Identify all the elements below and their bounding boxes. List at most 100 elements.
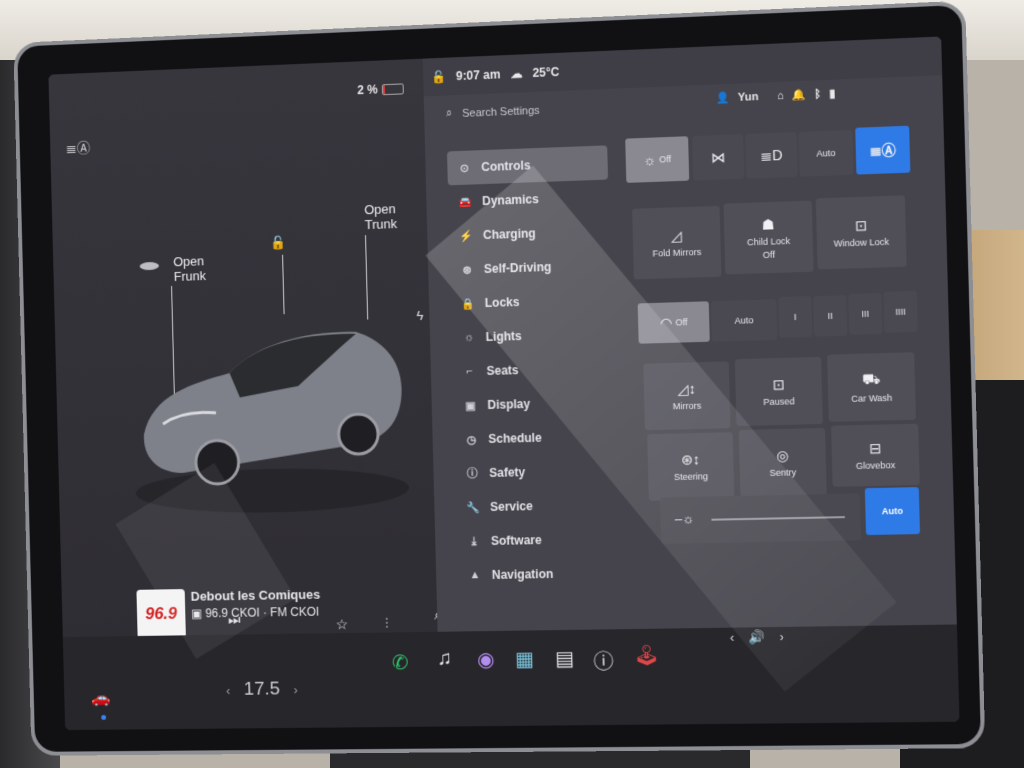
favorite-star-icon[interactable]: ☆ [336,616,349,633]
nav-item-controls[interactable]: ⊙ Controls [446,145,609,186]
phone-icon[interactable]: ✆ [392,650,409,675]
search-input[interactable]: Search Settings [462,104,540,119]
nav-item-schedule[interactable]: ◷ Schedule [454,419,615,457]
nav-item-charging[interactable]: ⚡ Charging [449,214,610,253]
toybox-joystick-icon[interactable]: 🕹 [633,643,659,669]
fold-mirrors-button[interactable]: ◿ Fold Mirrors [632,205,722,280]
climate-temperature: ‹ 17.5 › [226,678,298,701]
lights-off-label: Off [659,154,672,165]
open-trunk-button[interactable]: Open Trunk [364,201,397,232]
volume-control: ‹ 🔊 › [730,629,785,646]
outside-temperature: 25°C [532,64,560,81]
nav-item-self-driving[interactable]: ⊛ Self-Driving [450,248,611,287]
nav-item-dynamics[interactable]: 🚘 Dynamics [448,180,609,220]
car-wash-button[interactable]: ⛟ Car Wash [827,352,916,422]
wipers-off-button[interactable]: ◠ Off [637,301,710,344]
wipers-auto-button[interactable]: Auto [710,299,778,342]
next-track-icon[interactable]: ⏭ [228,612,241,629]
mirrors-button[interactable]: ◿↕ Mirrors [643,361,731,431]
search-bar[interactable]: ⌕ Search Settings [446,104,540,121]
brightness-auto-button[interactable]: Auto [864,487,921,536]
battery-percent: 2 % [357,82,378,98]
media-title: Debout les Comiques [190,586,321,604]
settings-nav: ⊙ Controls 🚘 Dynamics ⚡ Charging ⊛ Self-Driving… [446,145,619,593]
toggle-icon: ⊙ [459,162,470,175]
nav-item-seats[interactable]: ⌐ Seats [452,350,613,388]
car-icon: 🚘 [458,195,473,209]
unlock-icon[interactable]: 🔓 [270,235,286,251]
nav-item-software[interactable]: ⤓ Software [457,522,618,559]
glovebox-button[interactable]: ⊟ Glovebox [831,423,920,487]
fold-mirrors-label: Fold Mirrors [652,246,702,259]
charge-port-icon[interactable]: ϟ [416,308,423,323]
open-trunk-label-2: Trunk [364,216,398,233]
nav-item-label: Locks [484,294,520,311]
wipers-off-label: Off [675,317,688,328]
manual-icon[interactable]: ⓘ [593,645,614,674]
lights-off-button[interactable]: ☼ Off [625,136,690,183]
car-shadow [135,465,410,516]
parking-lights-button[interactable]: ⋈ [692,134,745,181]
nav-item-display[interactable]: ▣ Display [453,385,614,423]
lock-status-icon[interactable]: 🔓 [431,70,446,85]
window-lock-icon: ⊡ [854,217,868,234]
car-model-3d [135,330,410,516]
nav-item-navigation[interactable]: ▲ Navigation [458,556,619,593]
lights-auto-label: Auto [816,147,836,159]
car-controls-icon[interactable]: 🚗 [91,688,111,708]
touchscreen-bezel: 2 % ≣Ⓐ Open Frunk Open Trunk 🔓 ϟ 96.9 De… [13,0,986,756]
auto-high-beam-button[interactable]: ≣Ⓐ [855,125,911,175]
volume-down-chevron-icon[interactable]: ‹ [730,630,735,646]
glovebox-icon: ⊟ [868,439,882,457]
low-beam-button[interactable]: ≣D [745,132,798,179]
wiper-speed-1[interactable]: I [778,296,813,338]
lights-auto-button[interactable]: Auto [798,129,854,177]
wiper-speed-4[interactable]: IIII [883,290,918,333]
sentry-button[interactable]: ◎ Sentry [738,427,827,497]
open-trunk-label-1: Open [364,201,396,218]
dashcam-button[interactable]: ⊡ Paused [734,356,823,427]
sun-icon: ☼ [463,331,474,344]
window-lock-button[interactable]: ⊡ Window Lock [815,195,907,270]
steering-button[interactable]: ⊛↕ Steering [647,432,735,501]
calendar-icon[interactable]: ▤ [555,646,575,671]
wiper-speed-2[interactable]: II [813,295,848,337]
equalizer-icon[interactable]: ⫶ [385,616,389,633]
child-lock-state: Off [762,249,776,260]
child-lock-label: Child Lock [746,235,791,247]
camera-icon[interactable]: ◉ [477,647,495,672]
temp-down-chevron-icon[interactable]: ‹ [226,683,231,698]
wiper-speed-4-label: IIII [895,306,906,318]
volume-up-chevron-icon[interactable]: › [779,629,784,645]
music-icon[interactable]: ♫ [437,648,452,671]
temp-up-chevron-icon[interactable]: › [293,682,298,697]
auto-headlights-icon: ≣Ⓐ [65,139,91,157]
front-wheel [195,440,239,484]
bolt-icon: ⚡ [459,229,474,243]
lock-icon: 🔒 [460,297,475,311]
nav-item-label: Safety [489,465,526,480]
app-launcher-icon[interactable]: ▦ [515,646,535,671]
nav-item-label: Navigation [491,566,554,582]
brightness-auto-label: Auto [881,505,904,517]
child-lock-button[interactable]: ☗ Child Lock Off [723,200,814,275]
nav-item-safety[interactable]: ⓘ Safety [455,453,616,491]
nav-item-locks[interactable]: 🔒 Locks [451,282,612,321]
low-beam-icon: ≣D [759,146,783,164]
nav-item-label: Schedule [488,430,542,446]
nav-item-service[interactable]: 🔧 Service [456,487,617,524]
wiper-speed-2-label: II [827,310,833,322]
user-profile[interactable]: 👤 Yun ⌂ 🔔 ᛒ ▮ [715,87,835,105]
bell-icon[interactable]: 🔔 [792,88,806,102]
glovebox-label: Glovebox [855,459,896,472]
open-frunk-label-1: Open [173,253,205,270]
info-icon: ⓘ [466,468,478,481]
home-icon[interactable]: ⌂ [777,89,784,101]
wiper-speed-3[interactable]: III [848,293,883,335]
speaker-icon[interactable]: 🔊 [748,629,765,645]
brightness-track[interactable] [711,516,845,521]
nav-item-lights[interactable]: ☼ Lights [451,316,612,355]
brightness-slider[interactable]: –☼ [659,493,862,544]
sentry-icon: ◎ [775,447,789,464]
radio-icon: ▣ [190,606,206,621]
